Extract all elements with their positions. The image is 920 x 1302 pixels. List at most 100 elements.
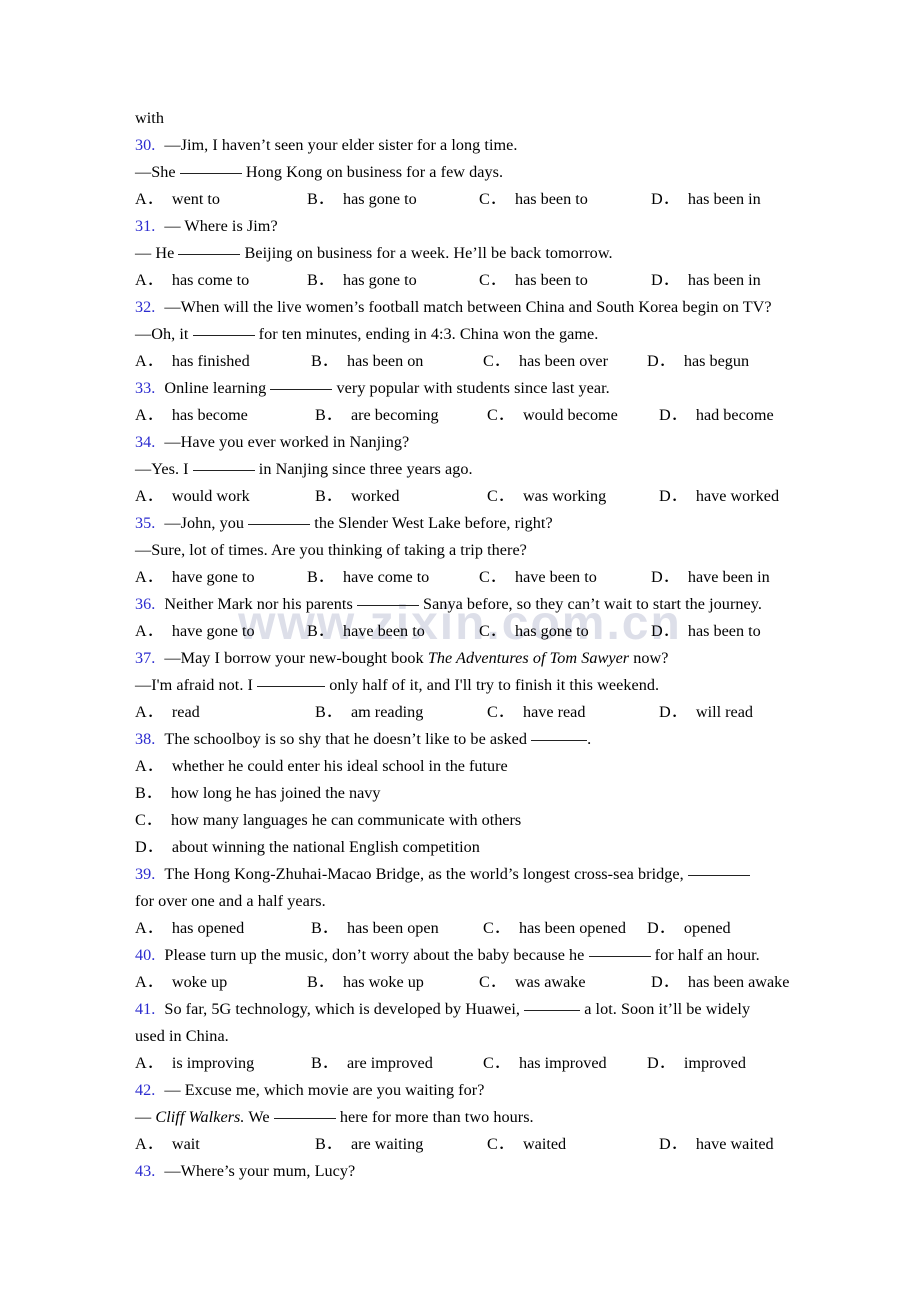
- option-c[interactable]: C． has been to: [479, 267, 588, 294]
- option-letter: B．: [315, 406, 342, 424]
- option-b[interactable]: B． has been on: [311, 348, 423, 375]
- option-a[interactable]: A． would work: [135, 483, 250, 510]
- stem-text: Hong Kong on business for a few days.: [245, 163, 504, 181]
- answer-blank[interactable]: [356, 605, 419, 606]
- option-d[interactable]: D． have waited: [659, 1131, 774, 1158]
- question-38-option-c[interactable]: C． how many languages he can communicate …: [135, 807, 797, 834]
- answer-blank[interactable]: [257, 686, 326, 687]
- option-b[interactable]: B． am reading: [315, 699, 423, 726]
- answer-blank[interactable]: [273, 1118, 336, 1119]
- option-label: how many languages he can communicate wi…: [170, 811, 522, 829]
- option-letter: D．: [659, 703, 687, 721]
- option-c[interactable]: C． has gone to: [479, 618, 589, 645]
- option-label: has been opened: [518, 919, 626, 937]
- option-letter: D．: [651, 622, 679, 640]
- option-a[interactable]: A． read: [135, 699, 200, 726]
- answer-blank[interactable]: [588, 956, 651, 957]
- question-41-stem-line-1: 41. So far, 5G technology, which is devel…: [135, 996, 797, 1023]
- option-a[interactable]: A． went to: [135, 186, 220, 213]
- option-label: has gone to: [342, 271, 417, 289]
- question-34-stem-line-1: 34. —Have you ever worked in Nanjing?: [135, 429, 797, 456]
- option-d[interactable]: D． have been in: [651, 564, 770, 591]
- option-b[interactable]: B． has been open: [311, 915, 439, 942]
- option-letter: B．: [307, 271, 334, 289]
- option-label: had become: [695, 406, 774, 424]
- option-b[interactable]: B． have come to: [307, 564, 429, 591]
- option-b[interactable]: B． are becoming: [315, 402, 439, 429]
- option-a[interactable]: A． has become: [135, 402, 248, 429]
- option-label: has been to: [514, 271, 588, 289]
- option-d[interactable]: D． has been awake: [651, 969, 789, 996]
- option-d[interactable]: D． had become: [659, 402, 774, 429]
- option-b[interactable]: B． worked: [315, 483, 400, 510]
- option-d[interactable]: D． opened: [647, 915, 731, 942]
- option-letter: D．: [651, 568, 679, 586]
- question-35-options: A． have gone to B． have come to C． have bee…: [135, 564, 797, 591]
- option-a[interactable]: A． have gone to: [135, 618, 255, 645]
- option-b[interactable]: B． are improved: [311, 1050, 433, 1077]
- option-c[interactable]: C． has been over: [483, 348, 608, 375]
- option-a[interactable]: A． is improving: [135, 1050, 254, 1077]
- option-b[interactable]: B． has woke up: [307, 969, 424, 996]
- question-40-stem-line-1: 40. Please turn up the music, don’t worry…: [135, 942, 797, 969]
- option-d[interactable]: D． has been to: [651, 618, 761, 645]
- option-c[interactable]: C． have read: [487, 699, 585, 726]
- option-a[interactable]: A． has opened: [135, 915, 244, 942]
- option-a[interactable]: A． has finished: [135, 348, 250, 375]
- stem-text: for ten minutes, ending in 4:3. China wo…: [258, 325, 599, 343]
- option-d[interactable]: D． has begun: [647, 348, 749, 375]
- option-a[interactable]: A． has come to: [135, 267, 249, 294]
- stem-text: Beijing on business for a week. He’ll be…: [244, 244, 613, 262]
- option-c[interactable]: C． would become: [487, 402, 618, 429]
- option-a[interactable]: A． wait: [135, 1131, 200, 1158]
- answer-blank[interactable]: [524, 1010, 581, 1011]
- option-d[interactable]: D． will read: [659, 699, 753, 726]
- question-38-option-a[interactable]: A． whether he could enter his ideal schoo…: [135, 753, 797, 780]
- option-d[interactable]: D． improved: [647, 1050, 746, 1077]
- option-label: have gone to: [171, 622, 255, 640]
- question-37-options: A． read B． am reading C． have read D． will r…: [135, 699, 797, 726]
- answer-blank[interactable]: [270, 389, 333, 390]
- option-label: have been to: [342, 622, 425, 640]
- option-c[interactable]: C． has been to: [479, 186, 588, 213]
- option-a[interactable]: A． woke up: [135, 969, 227, 996]
- option-label: has been over: [518, 352, 608, 370]
- option-letter: C．: [479, 973, 506, 991]
- stem-text: —May I borrow your new-bought book: [164, 649, 424, 667]
- option-c[interactable]: C． was awake: [479, 969, 586, 996]
- answer-blank[interactable]: [178, 254, 241, 255]
- option-c[interactable]: C． was working: [487, 483, 606, 510]
- option-c[interactable]: C． waited: [487, 1131, 566, 1158]
- answer-blank[interactable]: [192, 470, 255, 471]
- option-b[interactable]: B． has gone to: [307, 267, 417, 294]
- option-a[interactable]: A． have gone to: [135, 564, 255, 591]
- answer-blank[interactable]: [687, 875, 750, 876]
- option-c[interactable]: C． has improved: [483, 1050, 607, 1077]
- stem-text: very popular with students since last ye…: [336, 379, 610, 397]
- option-letter: A．: [135, 487, 163, 505]
- option-letter: A．: [135, 757, 163, 775]
- stem-text: —When will the live women’s football mat…: [164, 298, 772, 316]
- answer-blank[interactable]: [531, 740, 588, 741]
- option-b[interactable]: B． has gone to: [307, 186, 417, 213]
- option-label: has become: [171, 406, 248, 424]
- answer-blank[interactable]: [248, 524, 311, 525]
- question-38-option-b[interactable]: B． how long he has joined the navy: [135, 780, 797, 807]
- option-letter: A．: [135, 352, 163, 370]
- option-c[interactable]: C． have been to: [479, 564, 597, 591]
- question-38-stem-line-1: 38. The schoolboy is so shy that he doesn…: [135, 726, 797, 753]
- option-c[interactable]: C． has been opened: [483, 915, 626, 942]
- option-letter: D．: [135, 838, 163, 856]
- option-d[interactable]: D． has been in: [651, 267, 761, 294]
- option-letter: B．: [307, 190, 334, 208]
- movie-title-italic: Cliff Walkers.: [155, 1108, 245, 1126]
- option-d[interactable]: D． have worked: [659, 483, 779, 510]
- option-b[interactable]: B． have been to: [307, 618, 425, 645]
- question-38-option-d[interactable]: D． about winning the national English com…: [135, 834, 797, 861]
- option-b[interactable]: B． are waiting: [315, 1131, 423, 1158]
- stem-text: The schoolboy is so shy that he doesn’t …: [164, 730, 528, 748]
- answer-blank[interactable]: [179, 173, 242, 174]
- answer-blank[interactable]: [192, 335, 255, 336]
- option-letter: C．: [483, 919, 510, 937]
- option-d[interactable]: D． has been in: [651, 186, 761, 213]
